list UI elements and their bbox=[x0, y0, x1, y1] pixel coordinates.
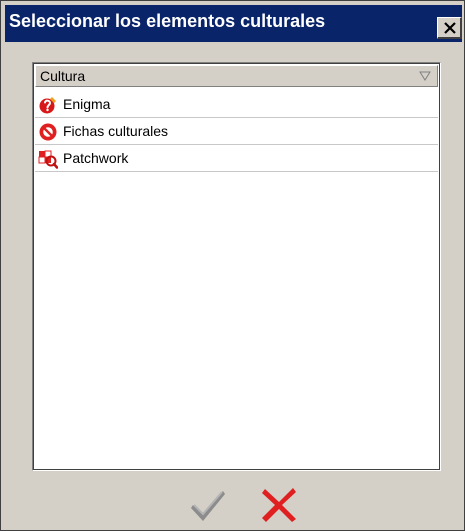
cancel-button[interactable] bbox=[259, 485, 299, 523]
action-bar bbox=[1, 473, 464, 530]
sort-down-icon bbox=[419, 71, 431, 81]
list-item-patchwork[interactable]: Patchwork bbox=[35, 145, 438, 172]
title-bar: Seleccionar los elementos culturales bbox=[5, 5, 462, 42]
ok-button[interactable] bbox=[189, 485, 229, 523]
patchwork-icon bbox=[38, 150, 58, 169]
list-item-label: Enigma bbox=[63, 96, 111, 112]
culture-list[interactable]: Cultura Enigma Fichas culturales Patchwo… bbox=[32, 62, 441, 471]
dialog-window: Seleccionar los elementos culturales Cul… bbox=[0, 0, 465, 531]
column-header-cultura[interactable]: Cultura bbox=[35, 65, 438, 87]
fichas-culturales-icon bbox=[39, 123, 57, 141]
enigma-icon bbox=[39, 97, 56, 114]
column-header-label: Cultura bbox=[40, 68, 86, 84]
cancel-x-icon bbox=[262, 488, 296, 522]
list-rows: Enigma Fichas culturales Patchwork bbox=[35, 91, 438, 172]
list-item-label: Patchwork bbox=[63, 150, 129, 166]
list-item-enigma[interactable]: Enigma bbox=[35, 91, 438, 118]
dialog-title: Seleccionar los elementos culturales bbox=[9, 11, 326, 31]
checkmark-icon bbox=[191, 491, 225, 521]
close-icon bbox=[444, 22, 456, 34]
close-button[interactable] bbox=[437, 17, 462, 39]
list-item-label: Fichas culturales bbox=[63, 123, 169, 139]
list-item-fichas-culturales[interactable]: Fichas culturales bbox=[35, 118, 438, 145]
